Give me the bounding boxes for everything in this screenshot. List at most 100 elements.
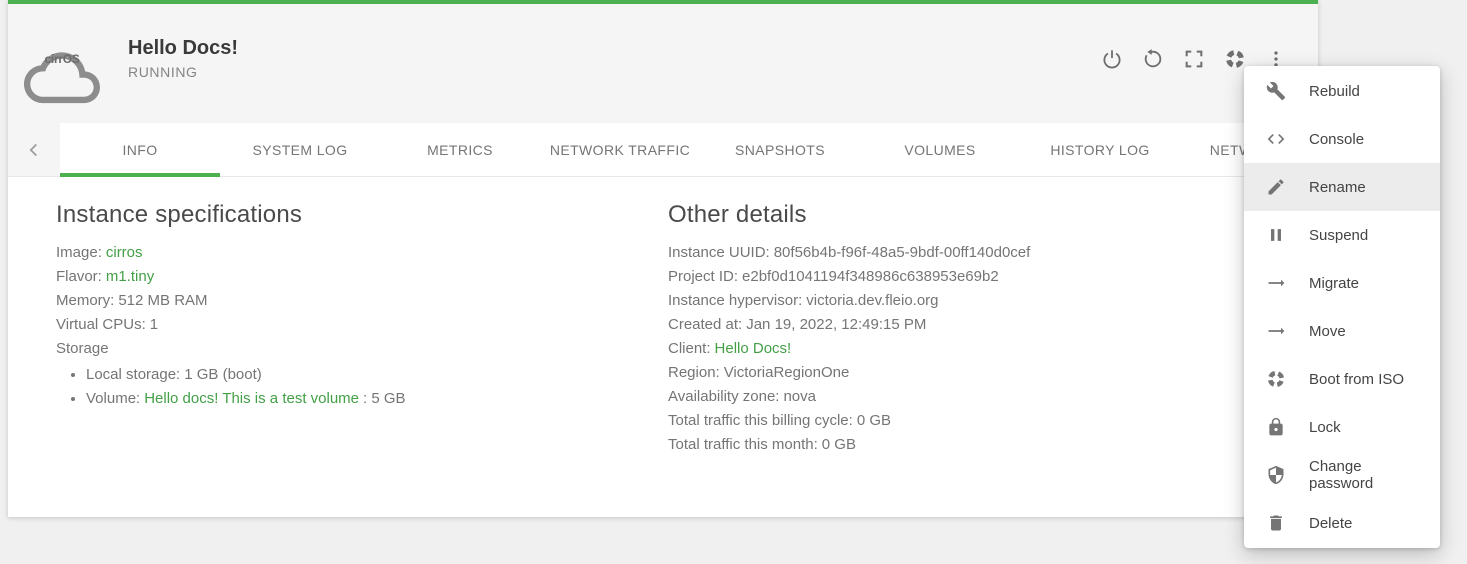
row-label: Flavor: <box>56 268 102 285</box>
flavor-link[interactable]: m1.tiny <box>106 268 154 285</box>
cirros-logo: cirrOS <box>24 35 100 83</box>
tab-snapshots[interactable]: SNAPSHOTS <box>700 123 860 176</box>
menu-item-console[interactable]: Console <box>1244 115 1440 163</box>
row-value: victoria.dev.fleio.org <box>806 292 938 309</box>
pause-icon <box>1266 225 1286 245</box>
tab-label: NETWORK TRAFFIC <box>550 142 690 158</box>
menu-item-move[interactable]: Move <box>1244 307 1440 355</box>
menu-item-label: Move <box>1309 323 1346 340</box>
tab-label: INFO <box>122 142 157 158</box>
row-label: Project ID: <box>668 268 738 285</box>
storage-list: Local storage:1 GB (boot) Volume:Hello d… <box>56 363 668 411</box>
instance-status: RUNNING <box>128 64 238 80</box>
storage-item-local: Local storage:1 GB (boot) <box>86 363 668 387</box>
row-label: Availability zone: <box>668 388 779 405</box>
detail-row-project-id: Project ID:e2bf0d1041194f348986c638953e6… <box>668 265 1294 289</box>
tab-system-log[interactable]: SYSTEM LOG <box>220 123 380 176</box>
volume-link[interactable]: Hello docs! This is a test volume <box>144 390 359 407</box>
resize-button[interactable] <box>1182 47 1206 71</box>
section-title-details: Other details <box>668 201 1294 229</box>
cloud-icon <box>24 35 100 108</box>
info-tab-content: Instance specifications Image:cirros Fla… <box>8 177 1318 457</box>
menu-item-label: Suspend <box>1309 227 1368 244</box>
menu-item-label: Lock <box>1309 419 1341 436</box>
pencil-icon <box>1266 177 1286 197</box>
menu-item-label: Rebuild <box>1309 83 1360 100</box>
page-background: cirrOS Hello Docs! RUNNING <box>0 0 1467 564</box>
tab-info[interactable]: INFO <box>60 123 220 176</box>
chevron-left-icon <box>23 139 45 161</box>
row-value: Jan 19, 2022, 12:49:15 PM <box>746 316 926 333</box>
tab-label: METRICS <box>427 142 493 158</box>
row-label: Total traffic this month: <box>668 436 818 453</box>
spec-row-flavor: Flavor:m1.tiny <box>56 265 668 289</box>
menu-item-rename[interactable]: Rename <box>1244 163 1440 211</box>
power-button[interactable] <box>1100 47 1124 71</box>
row-value: 0 GB <box>822 436 856 453</box>
detail-row-created-at: Created at:Jan 19, 2022, 12:49:15 PM <box>668 313 1294 337</box>
row-label: Instance hypervisor: <box>668 292 802 309</box>
tab-label: SNAPSHOTS <box>735 142 825 158</box>
spec-row-storage: Storage <box>56 337 668 361</box>
shield-icon <box>1266 465 1286 485</box>
menu-item-suspend[interactable]: Suspend <box>1244 211 1440 259</box>
detail-row-client: Client:Hello Docs! <box>668 337 1294 361</box>
active-tab-indicator <box>60 173 220 177</box>
arrow-right-icon <box>1266 321 1286 341</box>
actions-menu: Rebuild Console Rename Suspend Migrate M… <box>1244 66 1440 548</box>
menu-item-change-password[interactable]: Change password <box>1244 451 1440 499</box>
row-value: 512 MB RAM <box>118 292 207 309</box>
tab-network-traffic[interactable]: NETWORK TRAFFIC <box>540 123 700 176</box>
detail-row-traffic-month: Total traffic this month:0 GB <box>668 433 1294 457</box>
tab-metrics[interactable]: METRICS <box>380 123 540 176</box>
tab-label: VOLUMES <box>904 142 975 158</box>
spec-row-memory: Memory:512 MB RAM <box>56 289 668 313</box>
menu-item-migrate[interactable]: Migrate <box>1244 259 1440 307</box>
row-value: 1 <box>150 316 158 333</box>
tab-scroll-left-button[interactable] <box>8 123 60 176</box>
row-label: Image: <box>56 244 102 261</box>
menu-item-label: Console <box>1309 131 1364 148</box>
row-label: Volume: <box>86 390 140 407</box>
client-link[interactable]: Hello Docs! <box>715 340 792 357</box>
spec-row-image: Image:cirros <box>56 241 668 265</box>
menu-item-label: Rename <box>1309 179 1366 196</box>
other-details-section: Other details Instance UUID:80f56b4b-f96… <box>668 201 1294 457</box>
row-value: e2bf0d1041194f348986c638953e69b2 <box>742 268 999 285</box>
volume-size: : 5 GB <box>363 390 406 407</box>
tab-history-log[interactable]: HISTORY LOG <box>1020 123 1180 176</box>
wrench-icon <box>1266 81 1286 101</box>
menu-item-label: Change password <box>1309 458 1428 492</box>
boot-iso-icon <box>1224 48 1246 70</box>
storage-item-volume: Volume:Hello docs! This is a test volume… <box>86 387 668 411</box>
row-label: Instance UUID: <box>668 244 770 261</box>
row-label: Storage <box>56 340 109 357</box>
tab-volumes[interactable]: VOLUMES <box>860 123 1020 176</box>
lock-icon <box>1266 417 1286 437</box>
detail-row-region: Region:VictoriaRegionOne <box>668 361 1294 385</box>
tab-label: HISTORY LOG <box>1050 142 1149 158</box>
menu-item-lock[interactable]: Lock <box>1244 403 1440 451</box>
menu-item-label: Migrate <box>1309 275 1359 292</box>
reboot-button[interactable] <box>1141 47 1165 71</box>
detail-row-uuid: Instance UUID:80f56b4b-f96f-48a5-9bdf-00… <box>668 241 1294 265</box>
code-icon <box>1266 129 1286 149</box>
row-label: Region: <box>668 364 720 381</box>
image-link[interactable]: cirros <box>106 244 143 261</box>
instance-header: cirrOS Hello Docs! RUNNING <box>8 4 1318 123</box>
menu-item-label: Boot from ISO <box>1309 371 1404 388</box>
resize-icon <box>1183 48 1205 70</box>
arrow-right-icon <box>1266 273 1286 293</box>
instance-title: Hello Docs! <box>128 37 238 60</box>
section-title-specs: Instance specifications <box>56 201 668 229</box>
boot-iso-icon <box>1266 369 1286 389</box>
row-label: Created at: <box>668 316 742 333</box>
menu-item-boot-from-iso[interactable]: Boot from ISO <box>1244 355 1440 403</box>
row-label: Client: <box>668 340 711 357</box>
menu-item-rebuild[interactable]: Rebuild <box>1244 67 1440 115</box>
row-label: Total traffic this billing cycle: <box>668 412 853 429</box>
row-value: 0 GB <box>857 412 891 429</box>
spec-row-vcpus: Virtual CPUs:1 <box>56 313 668 337</box>
power-icon <box>1101 48 1123 70</box>
menu-item-delete[interactable]: Delete <box>1244 499 1440 547</box>
